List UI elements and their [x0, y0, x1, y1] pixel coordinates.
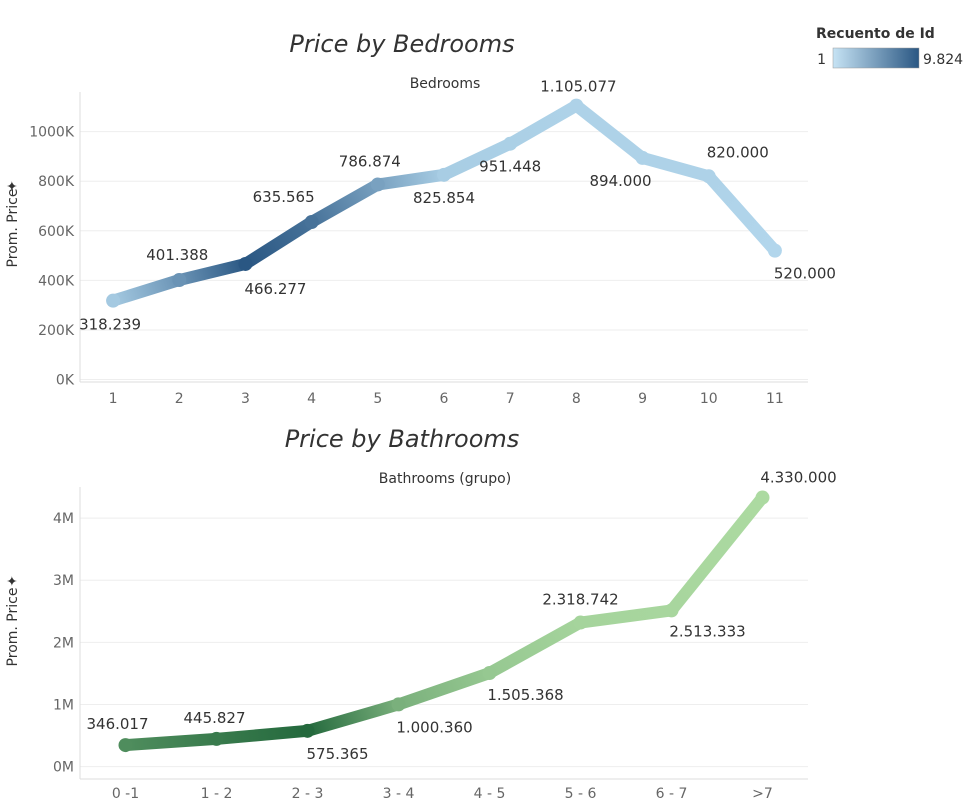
data-label: 445.827 — [183, 709, 245, 727]
legend-min-label: 1 — [817, 52, 826, 68]
bathrooms-y-axis-label: Prom. Price — [5, 588, 21, 667]
data-label: 401.388 — [146, 246, 208, 264]
x-tick-label: 5 — [373, 391, 382, 407]
data-point[interactable] — [172, 273, 187, 288]
pin-icon: ✦ — [5, 575, 21, 587]
x-tick-label: 6 - 7 — [656, 786, 688, 802]
x-tick-label: 5 - 6 — [565, 786, 597, 802]
y-tick-label: 200K — [38, 323, 75, 339]
data-point[interactable] — [755, 490, 770, 505]
y-tick-label: 800K — [38, 174, 75, 190]
x-tick-label: 1 — [109, 391, 118, 407]
data-label: 635.565 — [253, 188, 315, 206]
x-tick-label: >7 — [752, 786, 773, 802]
x-tick-label: 2 — [175, 391, 184, 407]
y-tick-label: 4M — [53, 511, 74, 527]
data-label: 894.000 — [590, 172, 652, 190]
bedrooms-chart: Price by Bedrooms Bedrooms Prom. Price ✦… — [5, 30, 836, 407]
series-line-segment — [305, 178, 384, 228]
x-tick-label: 7 — [506, 391, 515, 407]
x-tick-label: 11 — [766, 391, 784, 407]
data-label: 2.318.742 — [542, 591, 618, 609]
legend-gradient-bar — [832, 47, 920, 69]
x-tick-label: 10 — [700, 391, 718, 407]
data-point[interactable] — [503, 136, 518, 151]
data-label: 786.874 — [339, 152, 401, 170]
y-tick-label: 3M — [53, 573, 74, 589]
series-line-segment — [173, 257, 252, 287]
legend-max-label: 9.824 — [923, 52, 963, 68]
y-tick-label: 1000K — [29, 125, 75, 141]
data-point[interactable] — [209, 731, 224, 746]
data-point[interactable] — [118, 738, 133, 753]
data-point[interactable] — [300, 723, 315, 738]
bathrooms-axis-header: Bathrooms (grupo) — [379, 471, 511, 487]
bathrooms-chart: Price by Bathrooms Bathrooms (grupo) Pro… — [5, 425, 837, 802]
series-line-segment — [371, 168, 450, 191]
x-tick-label: 3 - 4 — [383, 786, 415, 802]
series-line-segment — [119, 732, 223, 752]
data-label: 520.000 — [774, 265, 836, 283]
series-line-segment — [574, 604, 678, 629]
data-point[interactable] — [391, 697, 406, 712]
x-tick-label: 3 — [241, 391, 250, 407]
data-label: 951.448 — [479, 158, 541, 176]
data-label: 1.000.360 — [396, 718, 472, 736]
bathrooms-chart-title: Price by Bathrooms — [285, 425, 520, 453]
y-tick-label: 0M — [53, 760, 74, 776]
series-line-segment — [301, 698, 405, 737]
bedrooms-axis-header: Bedrooms — [410, 76, 481, 92]
data-label: 466.277 — [244, 280, 306, 298]
series-line-segment — [636, 151, 715, 183]
x-tick-label: 2 - 3 — [292, 786, 324, 802]
series-line-segment — [392, 667, 496, 711]
x-tick-label: 4 — [307, 391, 316, 407]
data-point[interactable] — [238, 256, 253, 271]
series-line-segment — [702, 170, 781, 257]
data-label: 318.239 — [79, 316, 141, 334]
series-line-segment — [210, 724, 314, 745]
series-line-segment — [107, 274, 186, 307]
data-label: 2.513.333 — [669, 622, 745, 640]
data-point[interactable] — [304, 214, 319, 229]
x-tick-label: 6 — [440, 391, 449, 407]
color-legend: Recuento de Id 1 9.824 — [816, 26, 963, 69]
series-line-segment — [239, 215, 318, 270]
bedrooms-y-axis-label: Prom. Price — [5, 189, 21, 268]
y-tick-label: 1M — [53, 697, 74, 713]
data-label: 575.365 — [306, 745, 368, 763]
data-point[interactable] — [437, 167, 451, 182]
data-label: 825.854 — [413, 189, 475, 207]
legend-title: Recuento de Id — [816, 26, 935, 42]
y-tick-label: 600K — [38, 224, 75, 240]
series-line-segment — [665, 491, 769, 617]
x-tick-label: 8 — [572, 391, 581, 407]
data-label: 1.505.368 — [487, 686, 563, 704]
series-line-segment — [483, 616, 587, 680]
bedrooms-chart-title: Price by Bedrooms — [289, 30, 514, 58]
x-tick-label: 1 - 2 — [201, 786, 233, 802]
data-point[interactable] — [106, 293, 121, 308]
data-point[interactable] — [370, 177, 385, 192]
pin-icon: ✦ — [5, 180, 21, 192]
data-point[interactable] — [767, 243, 782, 258]
data-point[interactable] — [482, 666, 497, 681]
data-point[interactable] — [635, 150, 650, 165]
x-tick-label: 4 - 5 — [474, 786, 506, 802]
data-point[interactable] — [701, 169, 716, 184]
data-point[interactable] — [664, 603, 679, 618]
y-tick-label: 2M — [53, 635, 74, 651]
y-tick-label: 0K — [56, 373, 75, 389]
series-line-segment — [504, 99, 583, 150]
data-label: 1.105.077 — [540, 78, 616, 96]
data-point[interactable] — [573, 615, 588, 630]
data-label: 820.000 — [707, 143, 769, 161]
chart-canvas: Recuento de Id 1 9.824 Price by Bedrooms… — [5, 26, 963, 802]
data-label: 4.330.000 — [760, 469, 836, 487]
x-tick-label: 9 — [638, 391, 647, 407]
data-point[interactable] — [569, 98, 584, 113]
data-label: 346.017 — [86, 715, 148, 733]
x-tick-label: 0 -1 — [112, 786, 139, 802]
y-tick-label: 400K — [38, 273, 75, 289]
